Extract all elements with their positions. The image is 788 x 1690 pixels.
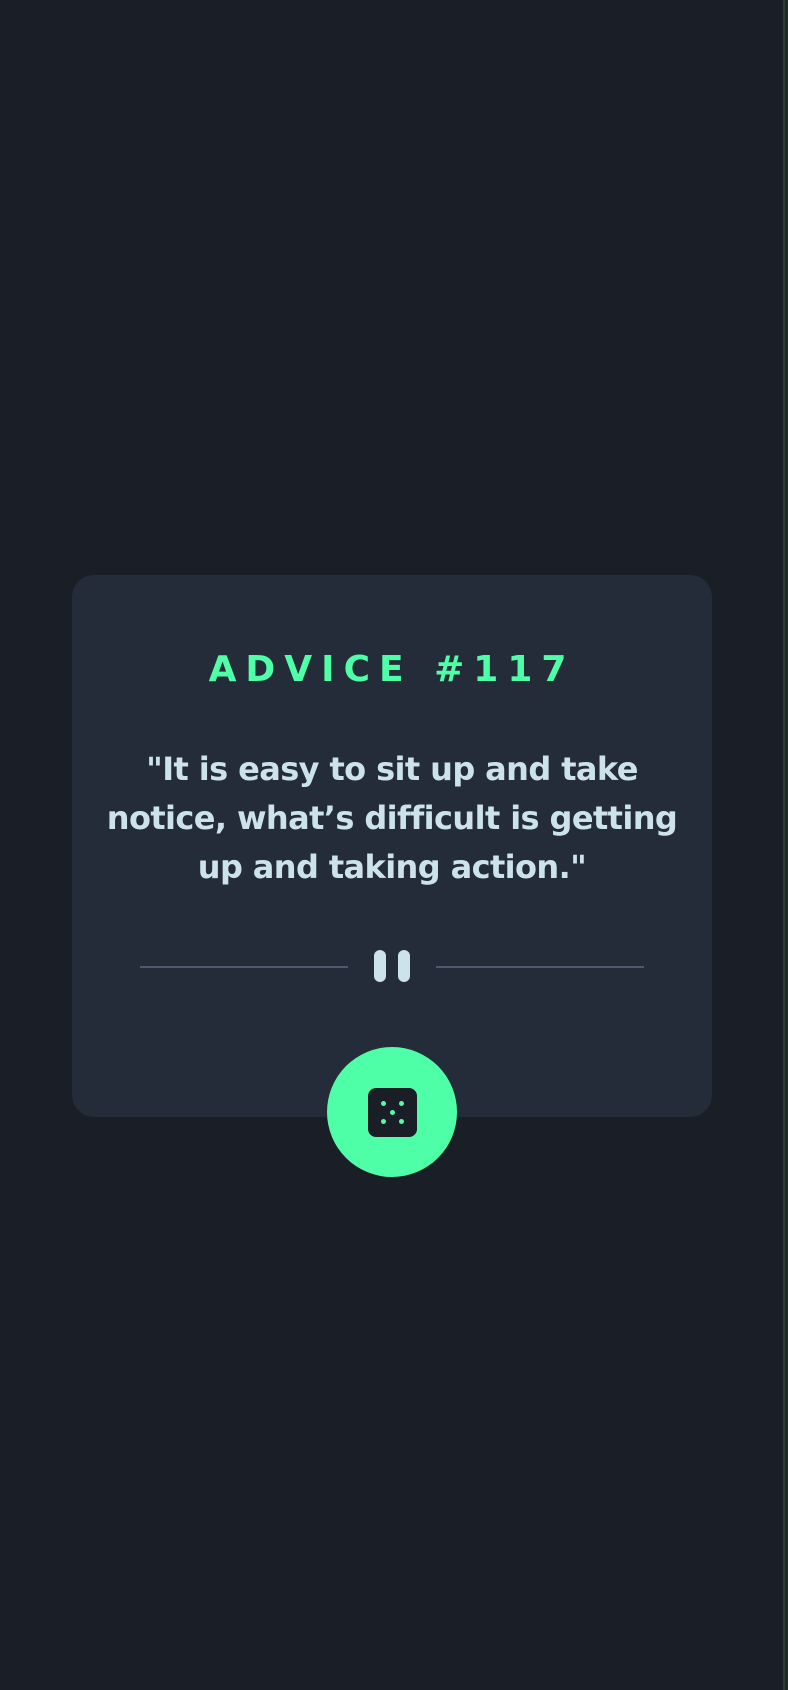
generate-advice-button[interactable]: [327, 1047, 457, 1177]
pause-bar-right: [398, 950, 410, 982]
pause-icon: [374, 950, 410, 982]
window-edge: [783, 0, 788, 1690]
advice-title: ADVICE #117: [208, 649, 576, 690]
advice-card: ADVICE #117 "It is easy to sit up and ta…: [72, 575, 712, 1117]
pattern-divider: [140, 949, 644, 983]
dice-icon: [367, 1087, 417, 1137]
advice-quote: "It is easy to sit up and take notice, w…: [106, 750, 678, 886]
pause-bar-left: [374, 950, 386, 982]
divider-line-left: [140, 966, 348, 968]
divider-line-right: [436, 966, 644, 968]
